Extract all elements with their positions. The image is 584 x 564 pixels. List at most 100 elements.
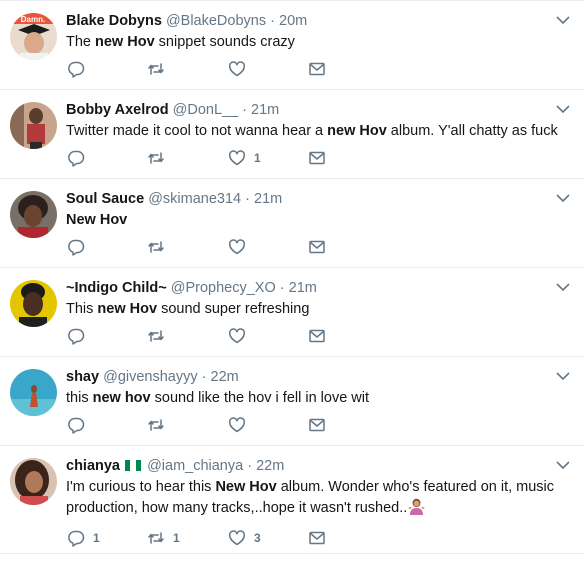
direct-message-icon <box>309 531 325 545</box>
reply-icon <box>68 417 85 434</box>
display-name[interactable]: Soul Sauce <box>66 191 144 207</box>
chevron-down-icon[interactable] <box>556 282 570 292</box>
direct-message-button[interactable] <box>308 148 326 168</box>
retweet-icon <box>148 532 164 544</box>
tweet-actions <box>66 409 572 445</box>
direct-message-button[interactable] <box>308 415 326 435</box>
timestamp[interactable]: 21m <box>254 191 282 207</box>
reply-button[interactable] <box>67 148 93 168</box>
retweet-button[interactable]: 1 <box>147 528 180 548</box>
text-segment: sound like the hov i fell in love wit <box>150 390 370 406</box>
tweet[interactable]: Soul Sauce @skimane314 · 21m New Hov <box>0 179 584 268</box>
direct-message-icon <box>309 329 325 343</box>
tweet-header: Soul Sauce @skimane314 · 21m <box>66 189 572 209</box>
retweet-button[interactable] <box>147 415 173 435</box>
display-name[interactable]: Blake Dobyns <box>66 13 162 29</box>
heart-icon <box>228 328 246 344</box>
like-button[interactable]: 1 <box>228 148 261 168</box>
retweet-icon <box>148 330 164 342</box>
like-button[interactable] <box>228 59 254 79</box>
reply-button[interactable] <box>67 59 93 79</box>
tweet[interactable]: chianya @iam_chianya · 22m I'm curious t… <box>0 446 584 554</box>
avatar[interactable] <box>10 369 57 416</box>
separator-dot: · <box>279 280 285 296</box>
chevron-down-icon[interactable] <box>556 15 570 25</box>
text-segment: The <box>66 34 96 50</box>
timestamp[interactable]: 21m <box>289 280 317 296</box>
reply-icon <box>68 61 85 78</box>
avatar[interactable]: Damn. <box>10 13 57 60</box>
reply-button[interactable] <box>67 237 93 257</box>
reply-button[interactable] <box>67 326 93 346</box>
text-segment: This <box>66 301 98 317</box>
heart-icon <box>228 150 246 166</box>
timestamp[interactable]: 21m <box>251 102 279 118</box>
user-handle[interactable]: @DonL__ <box>173 102 239 118</box>
retweet-button[interactable] <box>147 326 173 346</box>
timestamp[interactable]: 22m <box>256 458 284 474</box>
text-segment: I'm curious to hear this <box>66 479 216 495</box>
avatar[interactable] <box>10 191 57 238</box>
display-name[interactable]: ~Indigo Child~ <box>66 280 167 296</box>
like-button[interactable] <box>228 237 254 257</box>
direct-message-icon <box>309 418 325 432</box>
heart-icon <box>228 61 246 77</box>
nigeria-flag-emoji <box>125 457 142 471</box>
user-handle[interactable]: @givenshayyy <box>103 369 198 385</box>
timestamp[interactable]: 22m <box>211 369 239 385</box>
avatar[interactable] <box>10 102 57 149</box>
heart-icon <box>228 239 246 255</box>
direct-message-icon <box>309 240 325 254</box>
avatar[interactable] <box>10 458 57 505</box>
user-handle[interactable]: @iam_chianya <box>147 458 243 474</box>
reply-button[interactable]: 1 <box>67 528 100 548</box>
tweet-header: shay @givenshayyy · 22m <box>66 367 572 387</box>
tweet-text: this new hov sound like the hov i fell i… <box>66 388 572 409</box>
retweet-icon <box>148 419 164 431</box>
tweet-actions: 1 1 3 <box>66 522 572 558</box>
tweet-actions: 1 <box>66 142 572 178</box>
separator-dot: · <box>245 191 250 207</box>
tweet[interactable]: Damn. Blake Dobyns @BlakeDobyns · 20m Th… <box>0 1 584 90</box>
retweet-button[interactable] <box>147 237 173 257</box>
direct-message-button[interactable] <box>308 326 326 346</box>
chevron-down-icon[interactable] <box>556 193 570 203</box>
text-segment: Twitter made it cool to not wanna hear a <box>66 123 328 139</box>
search-keyword: new Hov <box>95 34 155 50</box>
tweet[interactable]: Bobby Axelrod @DonL__ · 21m Twitter made… <box>0 90 584 179</box>
display-name[interactable]: shay <box>66 369 99 385</box>
tweet[interactable]: ~Indigo Child~ @Prophecy_XO · 21m This n… <box>0 268 584 357</box>
search-keyword: new hov <box>92 390 151 406</box>
search-keyword: new Hov <box>97 301 158 317</box>
chevron-down-icon[interactable] <box>556 104 570 114</box>
heart-icon <box>228 417 246 433</box>
like-button[interactable] <box>228 415 254 435</box>
chevron-down-icon[interactable] <box>556 460 570 470</box>
chevron-down-icon[interactable] <box>556 371 570 381</box>
direct-message-button[interactable] <box>308 59 326 79</box>
direct-message-button[interactable] <box>308 528 326 548</box>
tweet-text: New Hov <box>66 210 572 231</box>
search-keyword: New Hov <box>66 212 128 228</box>
retweet-button[interactable] <box>147 148 173 168</box>
tweet-actions <box>66 53 572 89</box>
retweet-button[interactable] <box>147 59 173 79</box>
timestamp[interactable]: 20m <box>279 13 307 29</box>
like-button[interactable] <box>228 326 254 346</box>
tweet-text: Twitter made it cool to not wanna hear a… <box>66 121 572 142</box>
avatar[interactable] <box>10 280 57 327</box>
text-segment: album. Y'all chatty as fuck <box>386 123 558 139</box>
user-handle[interactable]: @BlakeDobyns <box>166 13 266 29</box>
user-handle[interactable]: @skimane314 <box>148 191 241 207</box>
display-name[interactable]: chianya <box>66 458 120 474</box>
user-handle[interactable]: @Prophecy_XO <box>171 280 276 296</box>
tweet-actions <box>66 231 572 267</box>
direct-message-button[interactable] <box>308 237 326 257</box>
direct-message-icon <box>309 151 325 165</box>
reply-button[interactable] <box>67 415 93 435</box>
like-button[interactable]: 3 <box>228 528 261 548</box>
display-name[interactable]: Bobby Axelrod <box>66 102 169 118</box>
tweet-feed: Damn. Blake Dobyns @BlakeDobyns · 20m Th… <box>0 0 584 564</box>
tweet[interactable]: shay @givenshayyy · 22m this new hov sou… <box>0 357 584 446</box>
separator-dot: · <box>201 369 207 385</box>
